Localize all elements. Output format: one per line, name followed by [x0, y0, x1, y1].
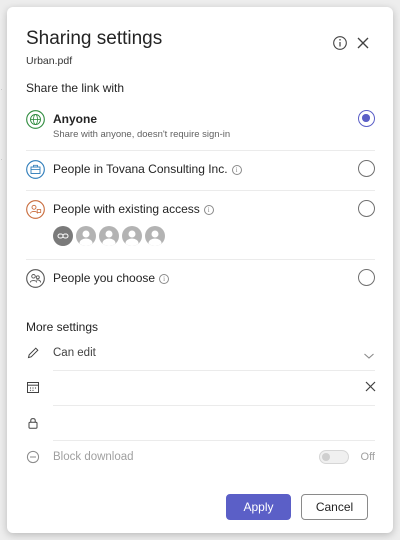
divider	[26, 259, 375, 260]
option-anyone-description: Share with anyone, doesn't require sign-…	[53, 129, 231, 140]
option-organization-title: People in Tovana Consulting Inc. i	[53, 162, 242, 176]
radio-people-you-choose[interactable]	[358, 269, 375, 286]
block-icon	[26, 450, 40, 464]
block-download-row: Block download Off	[26, 447, 375, 471]
option-people-you-choose[interactable]: People you choose i	[26, 269, 375, 291]
avatar-list	[53, 226, 165, 246]
divider	[26, 150, 375, 151]
avatar[interactable]	[145, 226, 165, 246]
expiration-date-field[interactable]	[26, 377, 377, 401]
more-settings-label: More settings	[26, 320, 99, 334]
permission-value: Can edit	[53, 347, 96, 359]
info-icon[interactable]	[331, 34, 349, 52]
block-download-label: Block download	[53, 451, 134, 463]
divider	[53, 370, 375, 371]
option-existing-access[interactable]: People with existing access i	[26, 200, 375, 252]
people-choose-icon	[26, 269, 45, 288]
background-fragment: ·	[0, 154, 3, 164]
info-icon[interactable]: i	[203, 205, 214, 215]
chevron-down-icon[interactable]	[363, 348, 375, 366]
option-existing-label: People with existing access	[53, 202, 200, 216]
sharing-settings-dialog: Sharing settings Urban.pdf Share the lin…	[7, 7, 393, 533]
lock-icon	[26, 416, 40, 430]
avatar[interactable]	[122, 226, 142, 246]
info-icon[interactable]: i	[231, 165, 242, 175]
share-with-label: Share the link with	[26, 81, 125, 95]
organization-icon	[26, 160, 45, 179]
dialog-title: Sharing settings	[26, 28, 163, 49]
option-organization-label: People in Tovana Consulting Inc.	[53, 162, 228, 176]
clear-icon[interactable]	[364, 380, 377, 398]
radio-existing-access[interactable]	[358, 200, 375, 217]
file-name: Urban.pdf	[26, 55, 73, 67]
option-choose-title: People you choose i	[53, 271, 170, 285]
background-fragment: ·	[0, 84, 3, 94]
calendar-icon	[26, 380, 40, 394]
block-download-toggle[interactable]	[319, 450, 349, 464]
avatar[interactable]	[76, 226, 96, 246]
option-anyone-title: Anyone	[53, 112, 98, 126]
info-icon[interactable]: i	[159, 274, 170, 284]
pencil-icon	[26, 346, 40, 360]
globe-icon	[26, 110, 45, 129]
password-field[interactable]	[26, 413, 375, 437]
radio-anyone[interactable]	[358, 110, 375, 127]
link-avatar-icon	[53, 226, 73, 246]
cancel-button[interactable]: Cancel	[301, 494, 368, 520]
option-anyone[interactable]: Anyone Share with anyone, doesn't requir…	[26, 110, 375, 146]
permission-dropdown[interactable]: Can edit	[26, 343, 375, 367]
option-organization[interactable]: People in Tovana Consulting Inc. i	[26, 160, 375, 182]
divider	[53, 405, 375, 406]
divider	[53, 440, 375, 441]
block-download-state: Off	[360, 451, 375, 463]
divider	[26, 190, 375, 191]
people-existing-icon	[26, 200, 45, 219]
radio-organization[interactable]	[358, 160, 375, 177]
apply-button[interactable]: Apply	[226, 494, 291, 520]
option-choose-label: People you choose	[53, 271, 156, 285]
close-icon[interactable]	[354, 34, 372, 52]
avatar[interactable]	[99, 226, 119, 246]
option-existing-title: People with existing access i	[53, 202, 214, 216]
